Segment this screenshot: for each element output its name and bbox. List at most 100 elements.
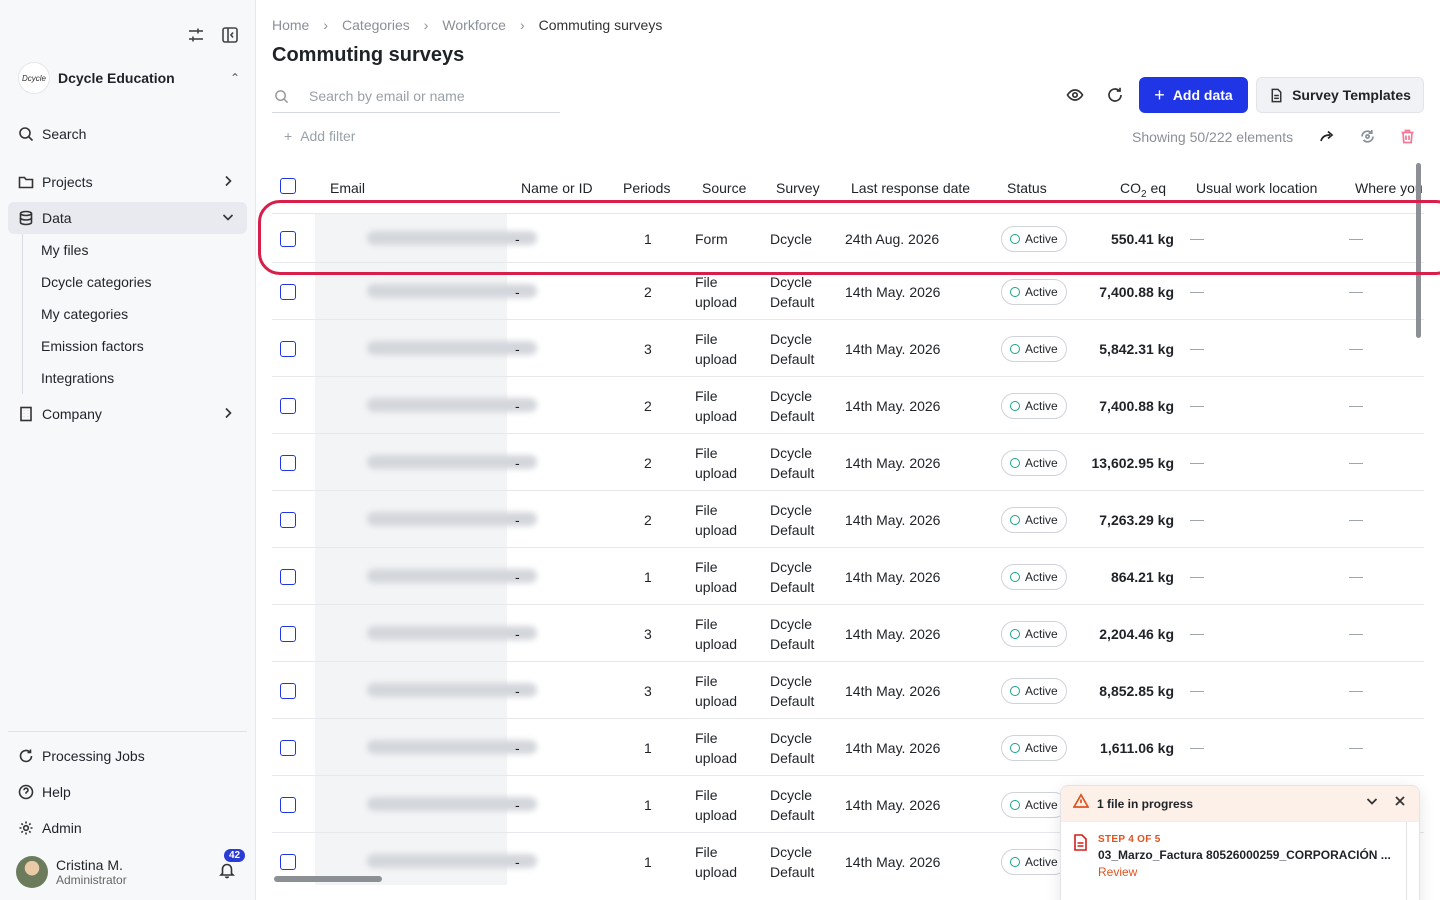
notifications-button[interactable]: 42 bbox=[218, 848, 246, 884]
review-link[interactable]: Review bbox=[1098, 865, 1403, 879]
row-checkbox[interactable] bbox=[280, 454, 296, 471]
refresh-icon[interactable] bbox=[1106, 86, 1124, 109]
search-input[interactable] bbox=[309, 88, 549, 104]
user-profile[interactable]: Cristina M. Administrator 42 bbox=[16, 848, 246, 890]
check-circle-icon bbox=[1010, 343, 1020, 354]
table-row[interactable]: -3 File upload Dcycle Default 14th May. 2026 A… bbox=[272, 662, 1424, 719]
row-checkbox[interactable] bbox=[280, 230, 296, 247]
search-icon bbox=[19, 127, 34, 142]
toast-header: 1 file in progress bbox=[1061, 786, 1419, 822]
where-cell: — bbox=[1349, 681, 1363, 698]
subnav-my-files[interactable]: My files bbox=[23, 234, 246, 266]
redacted-email bbox=[367, 683, 537, 697]
periods-cell: 1 bbox=[644, 739, 652, 756]
column-co2-eq[interactable]: CO2 eq bbox=[1120, 180, 1166, 200]
column-periods[interactable]: Periods bbox=[623, 180, 670, 196]
email-cell bbox=[315, 491, 537, 547]
column-usual-work-location[interactable]: Usual work location bbox=[1196, 180, 1317, 196]
row-checkbox[interactable] bbox=[280, 853, 296, 870]
subnav-integrations[interactable]: Integrations bbox=[23, 362, 246, 394]
check-circle-icon bbox=[1010, 233, 1020, 244]
table-row[interactable]: -2 File upload Dcycle Default 14th May. 2026 A… bbox=[272, 491, 1424, 548]
status-badge: Active bbox=[1001, 848, 1067, 875]
table-row[interactable]: -2 File upload Dcycle Default 14th May. 2026 A… bbox=[272, 434, 1424, 491]
breadcrumb-categories[interactable]: Categories bbox=[342, 17, 410, 33]
nav-company[interactable]: Company bbox=[8, 398, 247, 430]
table-row[interactable]: -2 File upload Dcycle Default 14th May. 2026 A… bbox=[272, 263, 1424, 320]
organization-switcher[interactable]: Dcycle Dcycle Education ⌃ bbox=[18, 60, 240, 96]
trash-icon[interactable] bbox=[1399, 128, 1416, 150]
row-checkbox[interactable] bbox=[280, 625, 296, 642]
row-checkbox[interactable] bbox=[280, 340, 296, 357]
work-location-cell: — bbox=[1190, 339, 1204, 356]
breadcrumb-home[interactable]: Home bbox=[272, 17, 309, 33]
name-cell: - bbox=[515, 397, 520, 414]
collapse-sidebar-icon[interactable] bbox=[221, 26, 239, 49]
survey-cell: Dcycle Default bbox=[770, 558, 815, 595]
share-icon[interactable] bbox=[1319, 128, 1336, 150]
email-cell bbox=[315, 719, 537, 775]
eye-icon[interactable] bbox=[1066, 86, 1084, 109]
chevron-down-icon[interactable] bbox=[1365, 794, 1379, 813]
row-checkbox[interactable] bbox=[280, 796, 296, 813]
work-location-cell: — bbox=[1190, 624, 1204, 641]
redacted-email bbox=[367, 398, 537, 412]
table-row[interactable]: -1 File upload Dcycle Default 14th May. 2026 A… bbox=[272, 548, 1424, 605]
column-status[interactable]: Status bbox=[1007, 180, 1047, 196]
row-checkbox[interactable] bbox=[280, 511, 296, 528]
row-checkbox[interactable] bbox=[280, 397, 296, 414]
close-icon[interactable] bbox=[1393, 794, 1407, 813]
horizontal-scrollbar[interactable] bbox=[274, 876, 382, 882]
table-row[interactable]: -3 File upload Dcycle Default 14th May. 2026 A… bbox=[272, 605, 1424, 662]
select-all-checkbox[interactable] bbox=[280, 178, 296, 194]
column-survey[interactable]: Survey bbox=[776, 180, 820, 196]
sync-icon[interactable] bbox=[1359, 128, 1376, 150]
last-response-date-cell: 14th May. 2026 bbox=[845, 682, 941, 699]
work-location-cell: — bbox=[1190, 396, 1204, 413]
subnav-dcycle-categories[interactable]: Dcycle categories bbox=[23, 266, 246, 298]
check-circle-icon bbox=[1010, 856, 1020, 867]
nav-data[interactable]: Data bbox=[8, 202, 247, 234]
nav-admin-label: Admin bbox=[42, 820, 82, 836]
nav-search[interactable]: Search bbox=[8, 118, 247, 150]
nav-processing-jobs[interactable]: Processing Jobs bbox=[8, 740, 247, 772]
vertical-scrollbar[interactable] bbox=[1416, 163, 1421, 338]
building-icon bbox=[20, 406, 32, 422]
row-checkbox[interactable] bbox=[280, 739, 296, 756]
survey-templates-button[interactable]: Survey Templates bbox=[1256, 77, 1424, 113]
periods-cell: 3 bbox=[644, 682, 652, 699]
column-where-you[interactable]: Where you bbox=[1355, 180, 1423, 196]
last-response-date-cell: 14th May. 2026 bbox=[845, 454, 941, 471]
table-row[interactable]: -3 File upload Dcycle Default 14th May. 2026 A… bbox=[272, 320, 1424, 377]
nav-projects[interactable]: Projects bbox=[8, 166, 247, 198]
breadcrumb-workforce[interactable]: Workforce bbox=[442, 17, 506, 33]
add-data-button[interactable]: + Add data bbox=[1139, 77, 1248, 113]
periods-cell: 2 bbox=[644, 454, 652, 471]
table-row[interactable]: -1 File upload Dcycle Default 14th May. 2026 A… bbox=[272, 719, 1424, 776]
co2-cell: 7,400.88 kg bbox=[1099, 283, 1174, 300]
column-name-id[interactable]: Name or ID bbox=[521, 180, 593, 196]
row-checkbox[interactable] bbox=[280, 568, 296, 585]
add-filter-button[interactable]: + Add filter bbox=[284, 128, 355, 144]
subnav-emission-factors[interactable]: Emission factors bbox=[23, 330, 246, 362]
subnav-my-categories[interactable]: My categories bbox=[23, 298, 246, 330]
check-circle-icon bbox=[1010, 286, 1020, 297]
sliders-icon[interactable] bbox=[187, 26, 205, 49]
column-last-response-date[interactable]: Last response date bbox=[851, 180, 970, 196]
org-name: Dcycle Education bbox=[58, 70, 175, 86]
table-row[interactable]: -2 File upload Dcycle Default 14th May. 2026 A… bbox=[272, 377, 1424, 434]
row-checkbox[interactable] bbox=[280, 283, 296, 300]
column-source[interactable]: Source bbox=[702, 180, 746, 196]
breadcrumb-separator-icon: › bbox=[423, 17, 429, 33]
column-email[interactable]: Email bbox=[330, 180, 365, 196]
email-cell bbox=[315, 377, 537, 433]
table-header: Email Name or ID Periods Source Survey L… bbox=[272, 160, 1424, 214]
nav-help[interactable]: Help bbox=[8, 776, 247, 808]
work-location-cell: — bbox=[1190, 510, 1204, 527]
source-cell: File upload bbox=[695, 672, 738, 709]
row-checkbox[interactable] bbox=[280, 682, 296, 699]
redacted-email bbox=[367, 569, 537, 583]
redacted-email bbox=[367, 231, 537, 245]
nav-admin[interactable]: Admin bbox=[8, 812, 247, 844]
table-row[interactable]: -1 Form Dcycle 24th Aug. 2026 Active 550.41 k… bbox=[272, 214, 1424, 263]
